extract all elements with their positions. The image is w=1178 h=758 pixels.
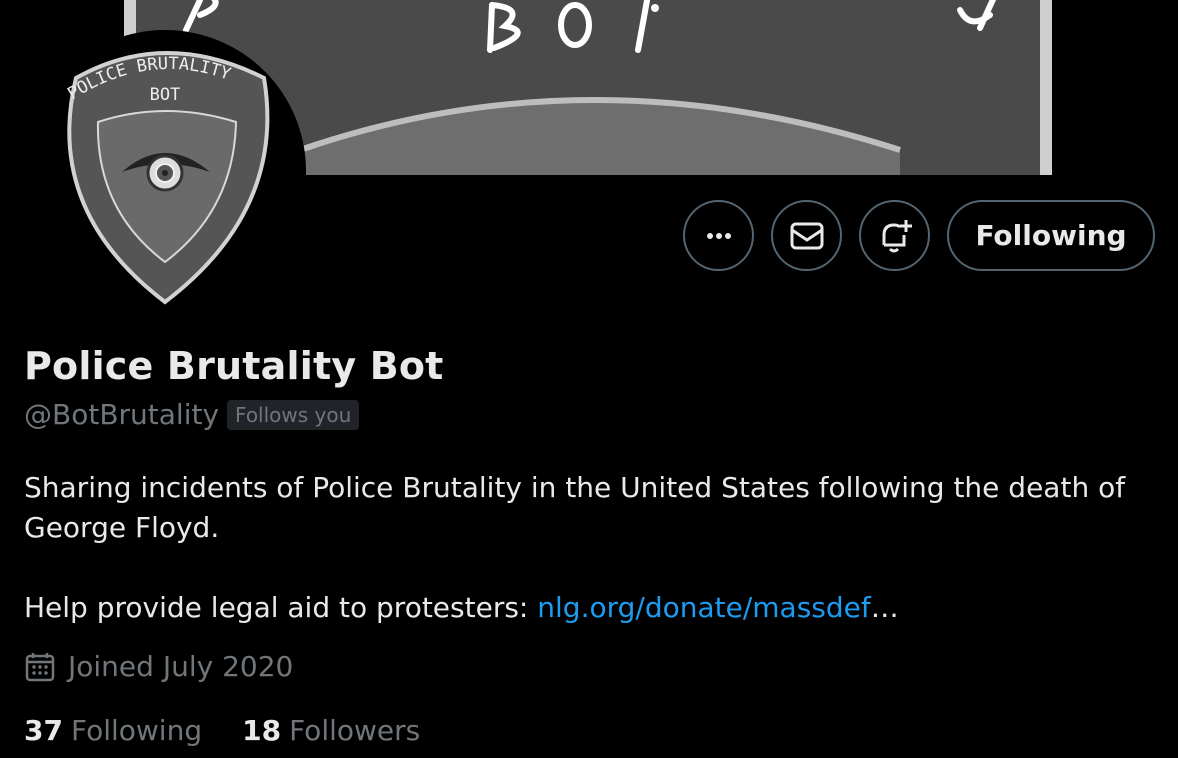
followers-count: 18: [242, 714, 282, 747]
follows-you-badge: Follows you: [227, 399, 360, 430]
following-count: 37: [24, 714, 63, 747]
followers-label: Followers: [289, 714, 421, 747]
display-name: Police Brutality Bot: [24, 344, 444, 388]
handle-row: @BotBrutality Follows you: [24, 398, 360, 431]
joined-date: Joined July 2020: [68, 650, 294, 683]
following-label: Following: [70, 714, 203, 747]
svg-text:BOT: BOT: [150, 85, 181, 105]
joined-row: Joined July 2020: [24, 650, 293, 683]
police-badge-logo: POLICE BRUTALITY BOT: [64, 51, 270, 305]
calendar-icon: [25, 652, 55, 681]
bio-link-ellipsis: …: [870, 591, 899, 624]
bell-plus-icon: [882, 219, 912, 252]
followers-stat-link[interactable]: 18 Followers: [242, 714, 420, 747]
donate-link[interactable]: nlg.org/donate/massdef: [537, 591, 870, 624]
bio-line: Sharing incidents of Police Brutality in…: [24, 471, 1126, 504]
notify-button[interactable]: [859, 200, 930, 271]
message-button[interactable]: [771, 200, 842, 271]
following-button-label: Following: [975, 219, 1127, 252]
profile-page: POLICE BRUTALITY BOT Following Police Br…: [0, 0, 1178, 758]
user-handle: @BotBrutality: [24, 398, 220, 431]
more-horizontal-icon: [706, 232, 731, 239]
profile-avatar[interactable]: POLICE BRUTALITY BOT: [24, 30, 306, 312]
bio-spacer: [24, 548, 1144, 588]
bio-line: George Floyd.: [24, 511, 220, 544]
follow-stats: 37 Following 18 Followers: [24, 714, 420, 747]
mail-icon: [790, 222, 823, 249]
bio-line: Help provide legal aid to protesters: nl…: [24, 588, 1144, 628]
more-button[interactable]: [683, 200, 754, 271]
profile-bio: Sharing incidents of Police Brutality in…: [24, 468, 1144, 628]
following-stat-link[interactable]: 37 Following: [24, 714, 202, 747]
bio-line-prefix: Help provide legal aid to protesters:: [24, 591, 538, 624]
following-button[interactable]: Following: [947, 200, 1155, 271]
